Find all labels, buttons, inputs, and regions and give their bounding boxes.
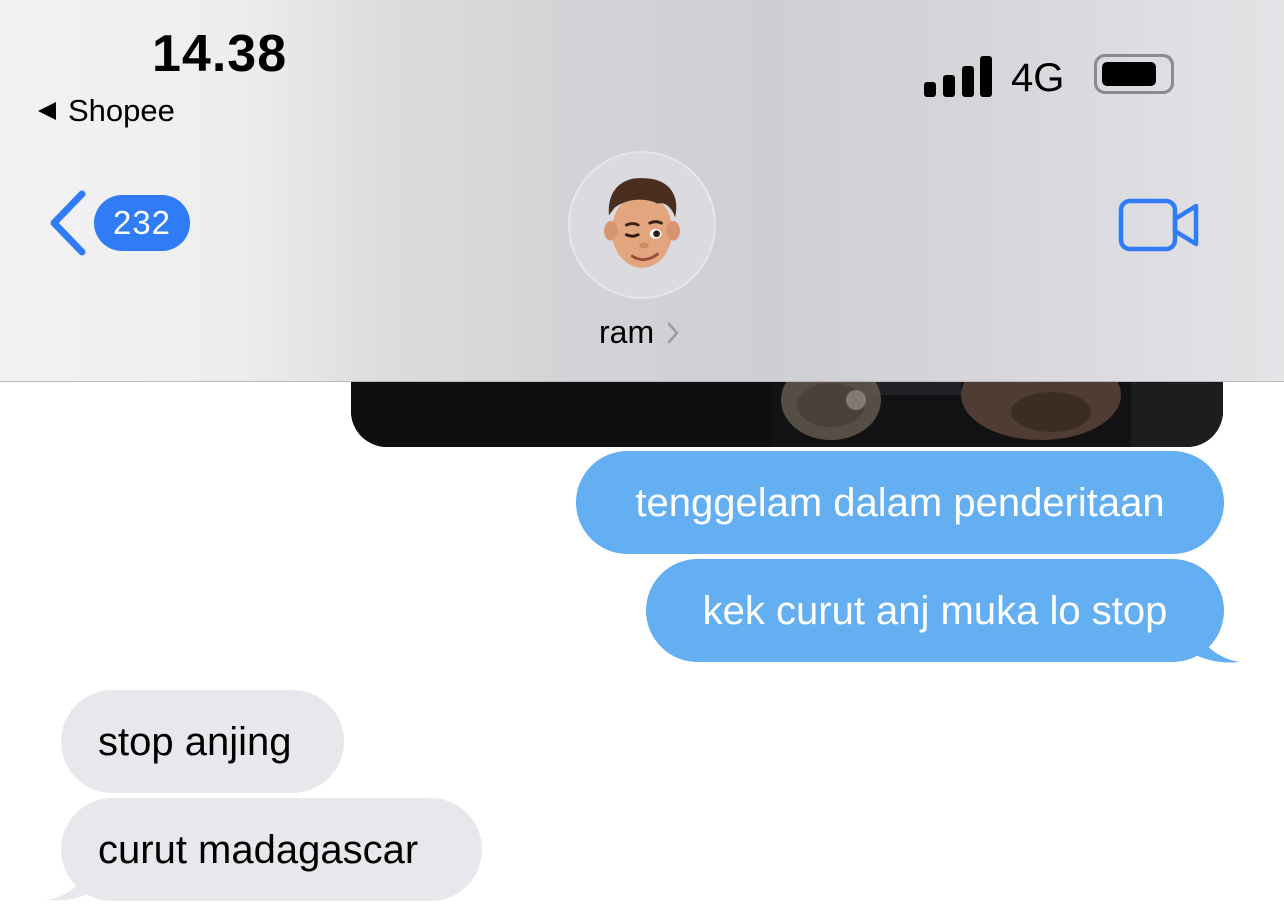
message-bubble-incoming[interactable]: curut madagascar bbox=[61, 798, 482, 901]
contact-avatar[interactable] bbox=[568, 151, 716, 299]
facetime-video-button[interactable] bbox=[1118, 198, 1202, 252]
contact-name: ram bbox=[599, 314, 655, 350]
message-text: stop anjing bbox=[98, 719, 292, 764]
cellular-signal-icon bbox=[924, 55, 992, 97]
back-button[interactable]: 232 bbox=[46, 190, 190, 256]
contact-name-link[interactable]: ram bbox=[599, 314, 680, 351]
message-bubble-outgoing[interactable]: tenggelam dalam penderitaan bbox=[576, 451, 1224, 554]
chevron-left-icon bbox=[50, 190, 86, 256]
message-text: curut madagascar bbox=[98, 827, 419, 872]
network-type: 4G bbox=[1011, 56, 1065, 100]
bubble-tail bbox=[46, 858, 96, 901]
message-bubble-outgoing[interactable]: kek curut anj muka lo stop bbox=[646, 559, 1224, 662]
back-app-label: Shopee bbox=[68, 93, 175, 128]
back-to-app-link[interactable]: Shopee bbox=[38, 93, 175, 129]
battery-cap bbox=[1094, 54, 1174, 94]
message-bubble-incoming[interactable]: stop anjing bbox=[61, 690, 344, 793]
bubble-tail bbox=[1190, 620, 1240, 663]
memoji-avatar-icon bbox=[604, 178, 680, 268]
conversation-header: 14.38 Shopee 4G 232 ram bbox=[0, 0, 1284, 382]
status-time: 14.38 bbox=[152, 25, 288, 83]
imessage-conversation-screen: tenggelam dalam penderitaan kek curut an… bbox=[0, 0, 1284, 918]
unread-count-badge: 232 bbox=[94, 195, 190, 251]
back-triangle-icon bbox=[38, 102, 56, 120]
chevron-right-icon bbox=[667, 322, 679, 343]
message-text: tenggelam dalam penderitaan bbox=[635, 480, 1165, 525]
video-camera-icon bbox=[1118, 198, 1199, 252]
message-text: kek curut anj muka lo stop bbox=[702, 588, 1168, 633]
